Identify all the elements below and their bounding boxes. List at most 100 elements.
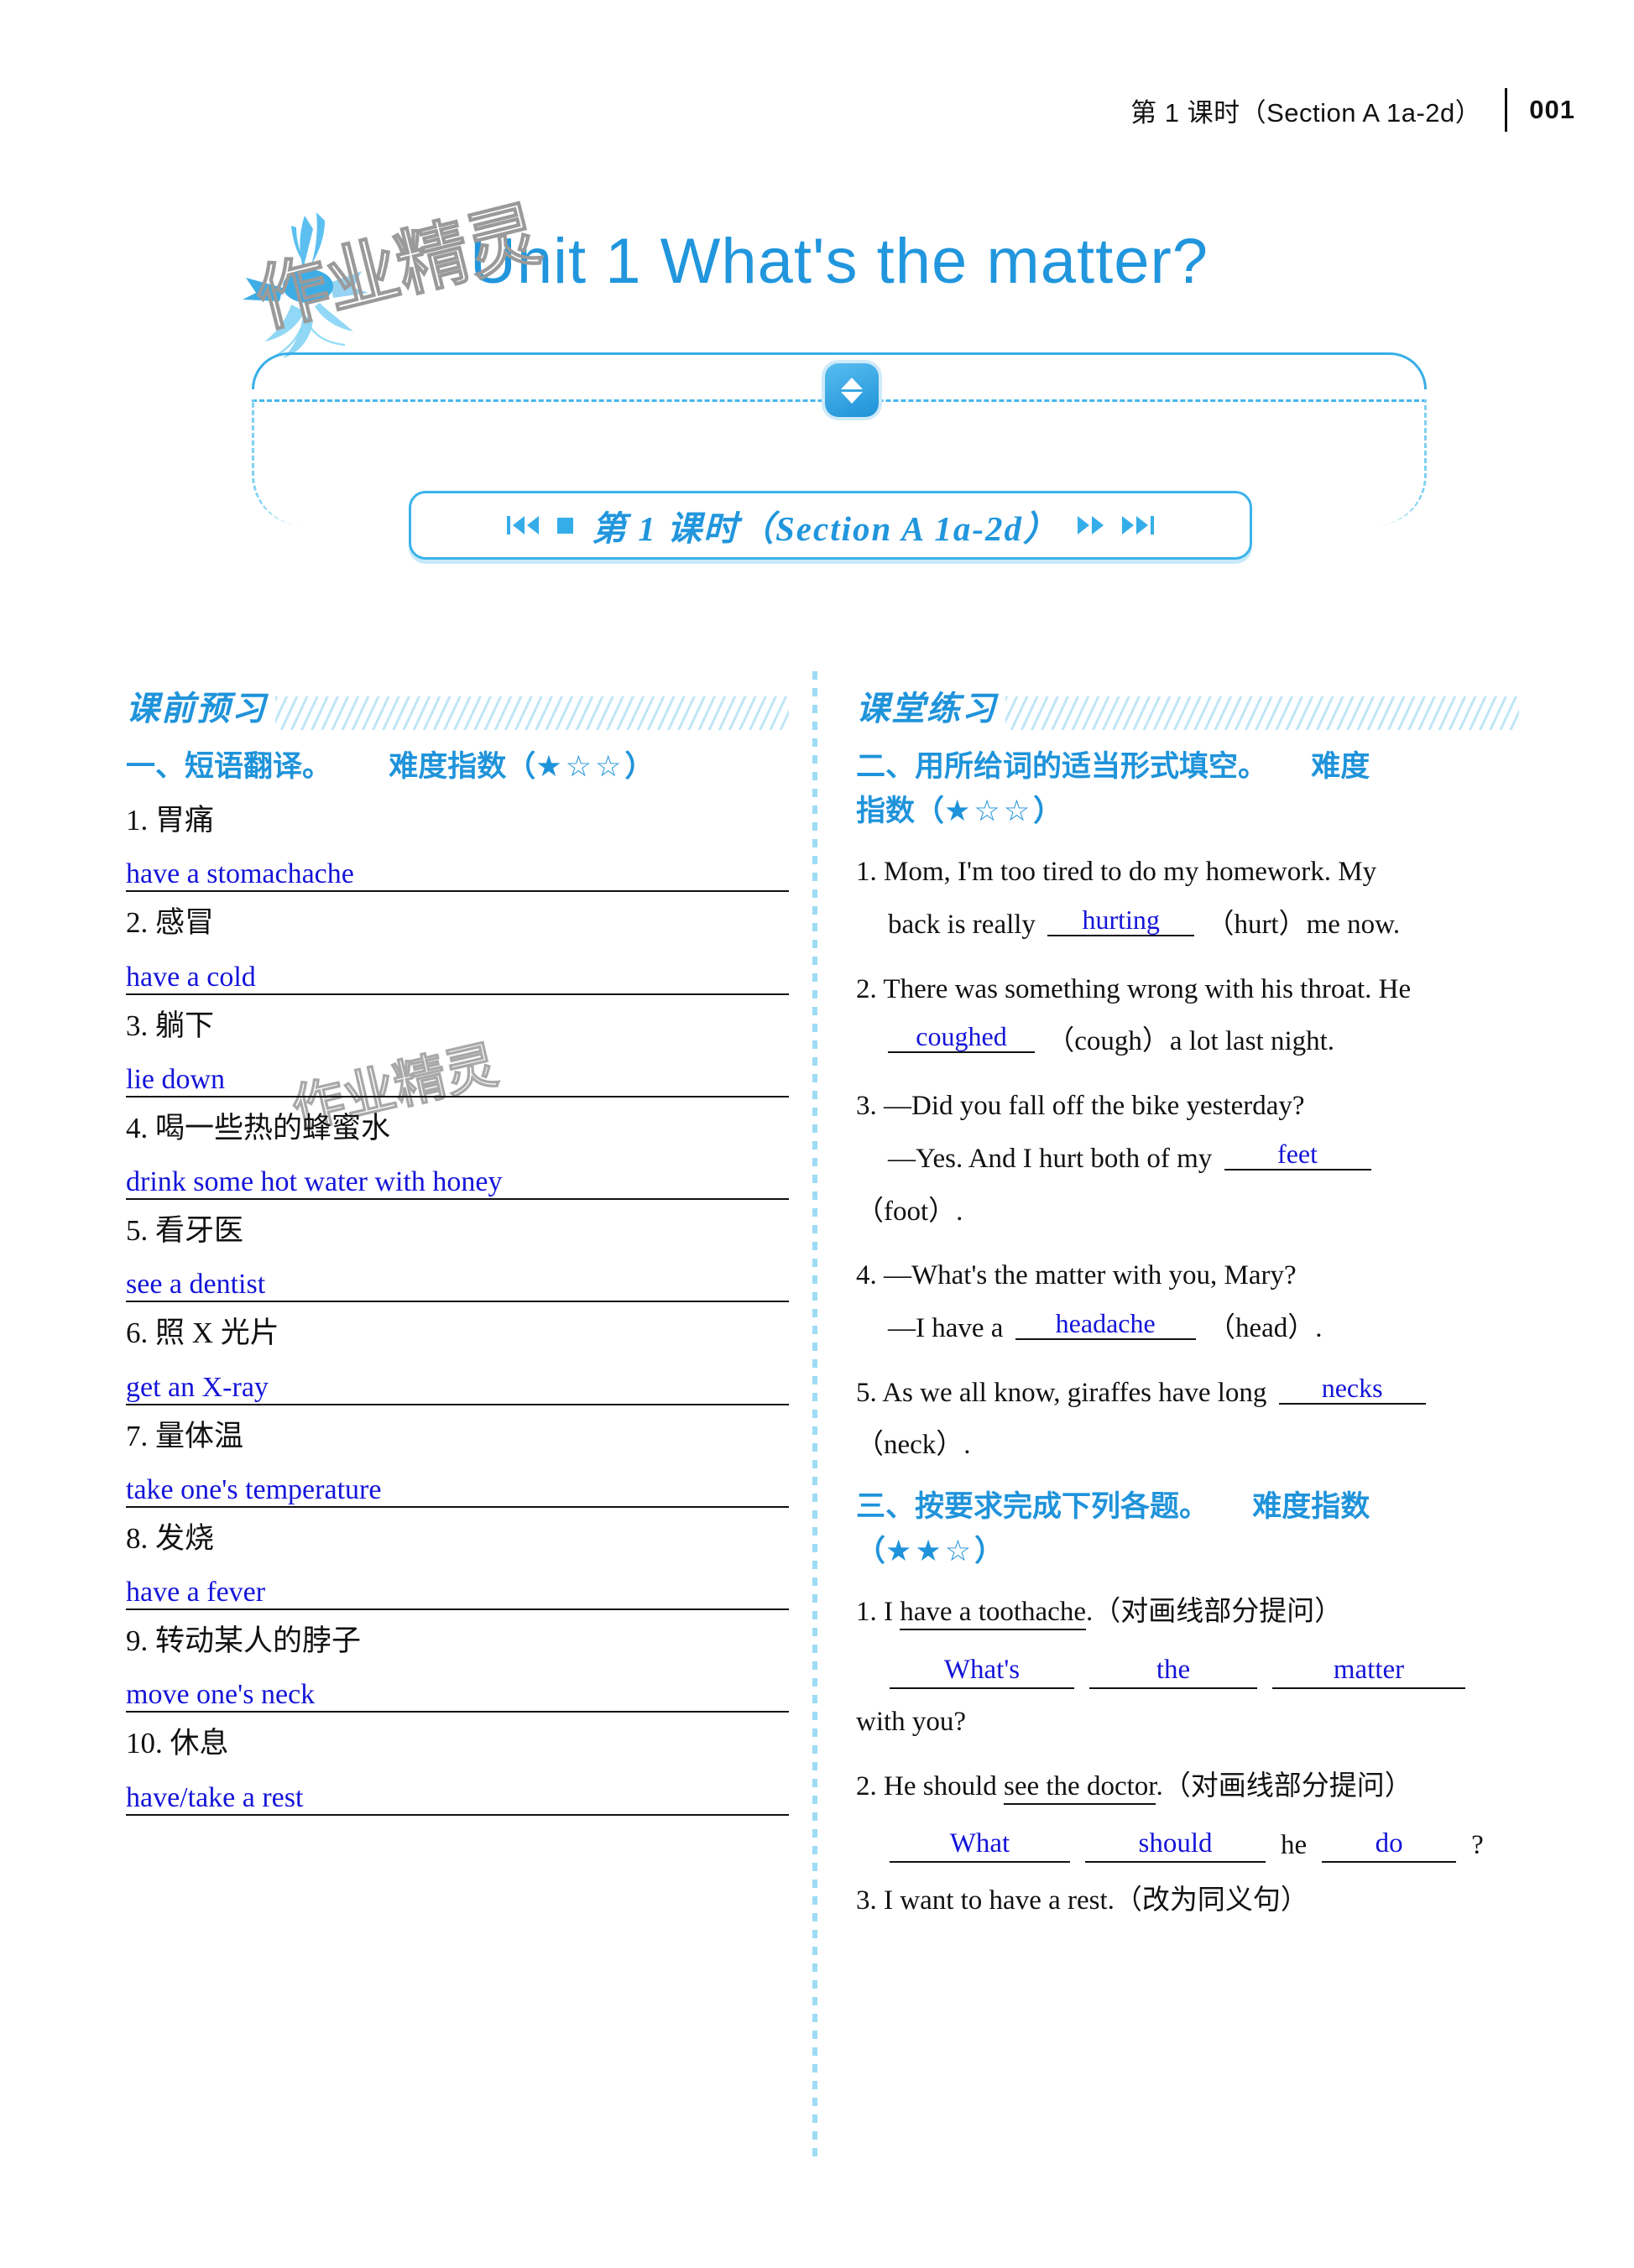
triangle-up-icon	[841, 377, 863, 389]
question-instruction: .（对画线部分提问）	[1085, 1597, 1343, 1628]
translation-prompt: 10. 休息	[126, 1727, 229, 1760]
fast-forward-icon[interactable]	[1078, 516, 1104, 534]
translation-prompt: 3. 躺下	[126, 1009, 215, 1042]
fill-question: 5. As we all know, giraffes have long ne…	[856, 1367, 1519, 1472]
answer-text: drink some hot water with honey	[126, 1166, 503, 1198]
question-text: —What's the matter with you, Mary?	[884, 1260, 1297, 1291]
translation-prompt: 2. 感冒	[126, 906, 215, 940]
question-text: He should	[884, 1770, 1004, 1801]
page-number: 001	[1529, 95, 1575, 124]
section-banner-preview: 课前预习	[126, 671, 789, 730]
blank-input[interactable]: feet	[1224, 1140, 1371, 1170]
translation-prompt: 7. 量体温	[126, 1419, 244, 1452]
blank-input[interactable]: necks	[1278, 1374, 1426, 1405]
answer-line[interactable]: take one's temperature	[126, 1462, 789, 1508]
translation-item: 9. 转动某人的脖子 move one's neck	[126, 1619, 789, 1713]
section-banner-practice: 课堂练习	[856, 671, 1519, 730]
answer-text: have a stomachache	[126, 858, 354, 890]
section-banner-label: 课前预习	[126, 690, 267, 728]
blank-input[interactable]: matter	[1272, 1644, 1465, 1689]
answer-text: have/take a rest	[126, 1781, 304, 1813]
fill-question: 2. There was something wrong with his th…	[856, 973, 1412, 1057]
answer-line[interactable]: have/take a rest	[126, 1770, 789, 1816]
blank-input[interactable]: the	[1089, 1644, 1257, 1689]
blank-answer: hurting	[1082, 905, 1160, 936]
group-heading-3: 三、按要求完成下列各题。 难度指数 （★★☆）	[856, 1485, 1519, 1574]
blank-input[interactable]: do	[1322, 1817, 1457, 1864]
difficulty-stars-2: ★☆☆	[944, 795, 1034, 829]
translation-prompt: 9. 转动某人的脖子	[126, 1624, 362, 1658]
header-lesson-label: 第 1 课时（Section A 1a-2d）	[1130, 97, 1482, 128]
blank-answer: necks	[1321, 1372, 1383, 1403]
translation-item: 7. 量体温 take one's temperature	[126, 1414, 789, 1508]
difficulty-stars-1: ★☆☆	[535, 750, 625, 784]
blank-answer: the	[1156, 1655, 1191, 1685]
answer-text: take one's temperature	[126, 1473, 382, 1505]
question-hint: （foot）.	[856, 1196, 963, 1227]
answer-text: lie down	[126, 1063, 226, 1095]
page-title: Unit 1 What's the matter?	[470, 226, 1209, 297]
rewrite-question: 3. I want to have a rest.（改为同义句）	[856, 1885, 1308, 1916]
translation-item: 4. 喝一些热的蜂蜜水 drink some hot water with ho…	[126, 1106, 789, 1201]
question-hint: （head）.	[1207, 1312, 1323, 1343]
blank-answer: headache	[1055, 1307, 1156, 1338]
stop-icon[interactable]	[557, 517, 573, 534]
blank-input[interactable]: should	[1085, 1817, 1266, 1864]
question-text: back is really	[888, 910, 1036, 941]
skip-back-icon[interactable]	[507, 516, 539, 534]
difficulty-close-2: ）	[1033, 795, 1063, 829]
column-divider	[812, 671, 817, 2156]
translation-item: 1. 胃痛 have a stomachache	[126, 798, 789, 893]
translation-prompt: 1. 胃痛	[126, 804, 215, 837]
blank-input[interactable]: What's	[890, 1644, 1074, 1689]
answer-line[interactable]: move one's neck	[126, 1667, 789, 1713]
page-header: 第 1 课时（Section A 1a-2d） 001	[1130, 88, 1575, 132]
answer-line[interactable]: see a dentist	[126, 1257, 789, 1303]
question-text: I	[884, 1597, 901, 1628]
question-text: —Did you fall off the bike yesterday?	[884, 1091, 1305, 1122]
translation-item: 2. 感冒 have a cold	[126, 900, 789, 995]
answer-line[interactable]: have a fever	[126, 1565, 789, 1611]
rewrite-question: 1. I have a toothache.（对画线部分提问）	[856, 1586, 1519, 1639]
given-word: he	[1281, 1830, 1308, 1861]
difficulty-label-3: 难度指数	[1252, 1489, 1370, 1524]
group-heading-2-text: 二、用所给词的适当形式填空。	[856, 750, 1268, 784]
blank-input[interactable]: headache	[1015, 1307, 1196, 1340]
underlined-phrase: have a toothache	[900, 1597, 1086, 1631]
answer-line[interactable]: drink some hot water with honey	[126, 1155, 789, 1201]
skip-forward-icon[interactable]	[1122, 516, 1154, 534]
fill-question: 4. —What's the matter with you, Mary? —I…	[856, 1260, 1323, 1343]
translation-prompt: 4. 喝一些热的蜂蜜水	[126, 1111, 391, 1144]
blank-input[interactable]: hurting	[1047, 906, 1195, 937]
difficulty-close-3: ）	[974, 1535, 1005, 1569]
fill-question: 3. —Did you fall off the bike yesterday?…	[856, 1080, 1519, 1238]
difficulty-open-3: （	[856, 1535, 886, 1569]
blank-answer: coughed	[916, 1021, 1007, 1052]
question-text: As we all know, giraffes have long	[882, 1377, 1267, 1408]
blank-input[interactable]: What	[890, 1817, 1070, 1864]
answer-line[interactable]: have a cold	[126, 950, 789, 995]
group-heading-3-text: 三、按要求完成下列各题。	[856, 1489, 1209, 1524]
blank-input[interactable]: coughed	[888, 1021, 1035, 1054]
lesson-title-chip[interactable]: 第 1 课时（Section A 1a-2d）	[409, 491, 1252, 560]
difficulty-label-2a: 难度	[1311, 750, 1370, 784]
blank-answer: do	[1375, 1828, 1403, 1859]
answer-text: see a dentist	[126, 1269, 266, 1301]
group-heading-1-text: 一、短语翻译。	[126, 750, 332, 784]
blank-answer: matter	[1333, 1655, 1405, 1685]
difficulty-label-1: 难度指数（	[389, 750, 536, 784]
translation-prompt: 5. 看牙医	[126, 1214, 244, 1248]
translation-item: 8. 发烧 have a fever	[126, 1516, 789, 1611]
hatch-pattern	[1005, 696, 1519, 730]
translation-item: 5. 看牙医 see a dentist	[126, 1208, 789, 1303]
translation-item: 3. 躺下 lie down	[126, 1004, 789, 1098]
answer-line[interactable]: get an X-ray	[126, 1360, 789, 1405]
question-text: Mom, I'm too tired to do my homework. My	[884, 857, 1377, 888]
answer-line[interactable]: lie down	[126, 1052, 789, 1098]
question-text: There was something wrong with his throa…	[883, 973, 1412, 1004]
blank-answer: What's	[943, 1655, 1021, 1685]
answer-text: have a fever	[126, 1577, 266, 1608]
difficulty-stars-3: ★★☆	[885, 1535, 975, 1569]
answer-line[interactable]: have a stomachache	[126, 847, 789, 893]
continuation-text: with you?	[856, 1707, 967, 1737]
